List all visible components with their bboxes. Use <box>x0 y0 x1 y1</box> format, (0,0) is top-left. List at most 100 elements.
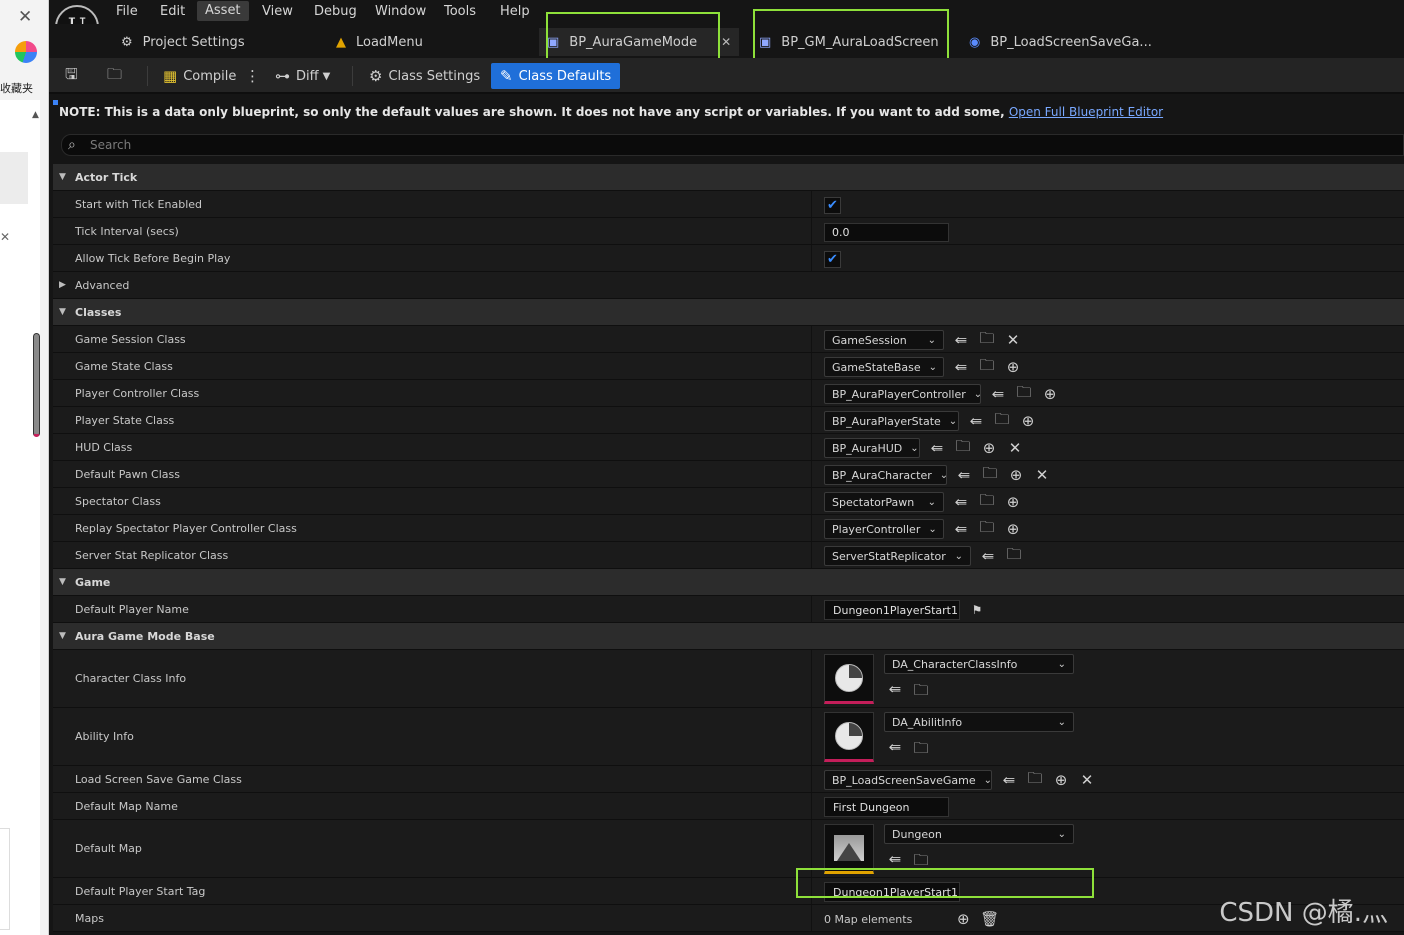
default-map-name-input[interactable]: First Dungeon <box>824 797 949 817</box>
expand-arrow-icon[interactable]: ▼ <box>59 307 66 317</box>
close-icon[interactable]: ✕ <box>0 230 10 244</box>
column-divider[interactable] <box>811 218 812 244</box>
clear-icon[interactable]: ✕ <box>1004 331 1022 349</box>
column-divider[interactable] <box>811 380 812 406</box>
category-classes[interactable]: ▼ Classes <box>53 299 1404 326</box>
column-divider[interactable] <box>811 434 812 460</box>
browse-icon[interactable]: 🗀 <box>1015 382 1033 407</box>
expand-arrow-icon[interactable]: ▼ <box>59 631 66 641</box>
scroll-up-icon[interactable]: ▲ <box>32 110 39 120</box>
add-icon[interactable]: ⊕ <box>1004 520 1022 538</box>
game-state-combo[interactable]: GameStateBase ⌄ <box>824 357 944 377</box>
add-icon[interactable]: ⊕ <box>980 439 998 457</box>
column-divider[interactable] <box>811 191 812 217</box>
add-icon[interactable]: ⊕ <box>1007 466 1025 484</box>
use-selected-icon[interactable]: ⇚ <box>967 412 985 430</box>
category-aura-game-mode-base[interactable]: ▼ Aura Game Mode Base <box>53 623 1404 650</box>
category-game[interactable]: ▼ Game <box>53 569 1404 596</box>
menu-help[interactable]: Help <box>492 3 538 20</box>
expand-arrow-icon[interactable]: ▼ <box>59 172 66 182</box>
column-divider[interactable] <box>811 905 812 931</box>
clear-icon[interactable]: ✕ <box>1078 771 1096 789</box>
replay-spectator-combo[interactable]: PlayerController ⌄ <box>824 519 944 539</box>
browse-button[interactable]: 🗀 <box>107 65 128 87</box>
use-selected-icon[interactable]: ⇚ <box>955 466 973 484</box>
use-selected-icon[interactable]: ⇚ <box>952 520 970 538</box>
clear-icon[interactable]: ✕ <box>1006 439 1024 457</box>
use-selected-icon[interactable]: ⇚ <box>952 331 970 349</box>
compile-button[interactable]: ▦ Compile <box>163 65 236 87</box>
use-selected-icon[interactable]: ⇚ <box>1000 771 1018 789</box>
class-settings-button[interactable]: ⚙ Class Settings <box>369 65 480 87</box>
use-selected-icon[interactable]: ⇚ <box>979 547 997 565</box>
column-divider[interactable] <box>811 326 812 352</box>
add-icon[interactable]: ⊕ <box>954 910 972 928</box>
load-screen-save-combo[interactable]: BP_LoadScreenSaveGame ⌄ <box>824 770 992 790</box>
diff-button[interactable]: ⊶ Diff ▼ <box>275 65 330 87</box>
menu-file[interactable]: File <box>108 3 146 20</box>
column-divider[interactable] <box>811 353 812 379</box>
browse-icon[interactable]: 🗀 <box>1005 544 1023 569</box>
use-selected-icon[interactable]: ⇚ <box>952 358 970 376</box>
ability-info-combo[interactable]: DA_AbilitInfo ⌄ <box>884 712 1074 732</box>
tab-project-settings[interactable]: ⚙ Project Settings <box>121 28 245 56</box>
add-icon[interactable]: ⊕ <box>1004 358 1022 376</box>
spectator-combo[interactable]: SpectatorPawn ⌄ <box>824 492 944 512</box>
column-divider[interactable] <box>811 488 812 514</box>
allow-tick-checkbox[interactable]: ✔ <box>824 250 841 268</box>
clear-icon[interactable]: ✕ <box>1033 466 1051 484</box>
menu-window[interactable]: Window <box>367 3 434 20</box>
use-selected-icon[interactable]: ⇚ <box>886 680 904 705</box>
close-tab-icon[interactable]: ✕ <box>721 35 731 49</box>
close-icon[interactable]: ✕ <box>18 7 32 27</box>
column-divider[interactable] <box>811 596 812 622</box>
column-divider[interactable] <box>811 708 812 765</box>
browse-icon[interactable]: 🗀 <box>981 463 999 488</box>
browse-icon[interactable]: 🗀 <box>1026 768 1044 793</box>
default-player-name-input[interactable]: Dungeon1PlayerStart1 <box>824 600 960 620</box>
server-stat-combo[interactable]: ServerStatReplicator ⌄ <box>824 546 971 566</box>
add-icon[interactable]: ⊕ <box>1004 493 1022 511</box>
class-defaults-button[interactable]: ✎ Class Defaults <box>491 63 621 89</box>
expand-arrow-icon[interactable]: ▼ <box>59 577 66 587</box>
column-divider[interactable] <box>811 515 812 541</box>
category-actor-tick[interactable]: ▼ Actor Tick <box>53 164 1404 191</box>
tab-bp-loadscreen-savegame[interactable]: ◉ BP_LoadScreenSaveGa... <box>969 28 1152 56</box>
advanced-row[interactable]: ▶ Advanced <box>53 272 1404 299</box>
add-icon[interactable]: ⊕ <box>1019 412 1037 430</box>
column-divider[interactable] <box>811 650 812 707</box>
column-divider[interactable] <box>811 245 812 271</box>
hud-class-combo[interactable]: BP_AuraHUD ⌄ <box>824 438 920 458</box>
menu-edit[interactable]: Edit <box>152 3 193 20</box>
menu-debug[interactable]: Debug <box>306 3 365 20</box>
open-full-blueprint-editor-link[interactable]: Open Full Blueprint Editor <box>1009 105 1163 119</box>
start-tick-checkbox[interactable]: ✔ <box>824 196 841 214</box>
column-divider[interactable] <box>811 793 812 819</box>
tab-load-menu[interactable]: ▲ LoadMenu <box>336 28 423 56</box>
copilot-icon[interactable] <box>15 41 37 63</box>
default-pawn-combo[interactable]: BP_AuraCharacter ⌄ <box>824 465 948 485</box>
use-selected-icon[interactable]: ⇚ <box>952 493 970 511</box>
tick-interval-input[interactable]: 0.0 <box>824 222 949 242</box>
browse-icon[interactable]: 🗀 <box>912 738 930 763</box>
column-divider[interactable] <box>811 766 812 792</box>
trash-icon[interactable]: 🗑 <box>980 910 999 928</box>
column-divider[interactable] <box>811 542 812 568</box>
browse-icon[interactable]: 🗀 <box>978 328 996 353</box>
default-map-combo[interactable]: Dungeon ⌄ <box>884 824 1074 844</box>
player-state-combo[interactable]: BP_AuraPlayerState ⌄ <box>824 411 959 431</box>
browse-icon[interactable]: 🗀 <box>993 409 1011 434</box>
character-class-info-combo[interactable]: DA_CharacterClassInfo ⌄ <box>884 654 1074 674</box>
menu-view[interactable]: View <box>254 3 301 20</box>
browse-icon[interactable]: 🗀 <box>954 436 972 461</box>
add-icon[interactable]: ⊕ <box>1041 385 1059 403</box>
flag-icon[interactable]: ⚑ <box>968 603 986 617</box>
scrollbar-thumb[interactable] <box>33 333 40 437</box>
column-divider[interactable] <box>811 407 812 433</box>
save-button[interactable]: 🖫 <box>65 65 84 87</box>
browse-icon[interactable]: 🗀 <box>978 355 996 380</box>
browse-icon[interactable]: 🗀 <box>912 680 930 705</box>
use-selected-icon[interactable]: ⇚ <box>989 385 1007 403</box>
search-input[interactable]: ⌕ Search <box>61 134 1404 156</box>
asset-thumbnail[interactable] <box>824 712 874 762</box>
